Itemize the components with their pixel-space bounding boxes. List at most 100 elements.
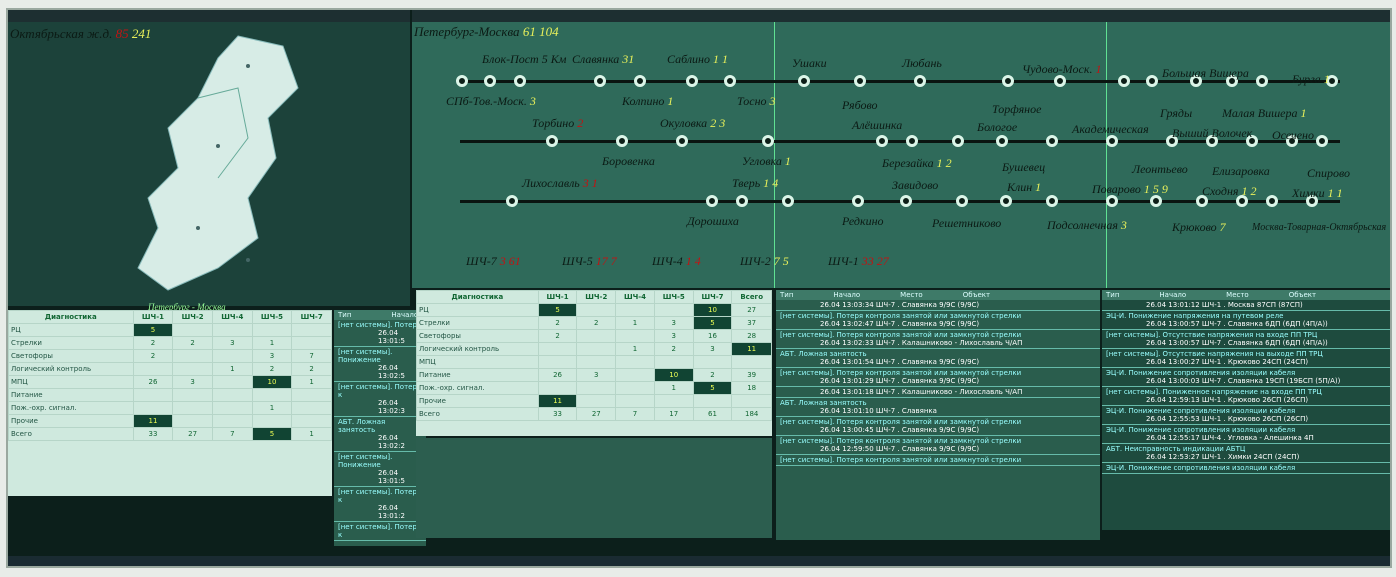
station-node[interactable] <box>514 75 526 87</box>
table-row[interactable]: Всего 33 27 7 5 1 <box>8 427 332 441</box>
table-row[interactable]: Прочие 11 <box>416 394 772 408</box>
station-node[interactable] <box>676 135 688 147</box>
table-row[interactable]: Светофоры 2 3 16 28 <box>416 329 772 343</box>
diag-col-5[interactable]: ШЧ-7 <box>291 310 332 324</box>
log-row[interactable]: [нет системы]. Потеря 26.04 13:01:5 <box>334 320 426 347</box>
table-row[interactable]: Питание <box>8 388 332 402</box>
station-node[interactable] <box>456 75 468 87</box>
station-node[interactable] <box>484 75 496 87</box>
log-row[interactable]: [нет системы]. Потеря контроля занятой и… <box>776 368 1100 387</box>
station-node[interactable] <box>952 135 964 147</box>
log-row[interactable]: [нет системы]. Отсутствие напряжения на … <box>1102 330 1390 349</box>
log-col-3[interactable]: Объект <box>963 291 990 299</box>
station-node[interactable] <box>506 195 518 207</box>
station-node[interactable] <box>906 135 918 147</box>
station-node[interactable] <box>1000 195 1012 207</box>
log-row[interactable]: ЭЦ-И. Понижение сопротивления изоляции к… <box>1102 425 1390 444</box>
log-row[interactable]: АБТ. Ложная занятость 26.04 13:02:2 <box>334 417 426 452</box>
log-row[interactable]: [нет системы]. Пониженное напряжение на … <box>1102 387 1390 406</box>
station-node[interactable] <box>956 195 968 207</box>
log-row[interactable]: ЭЦ-И. Понижение напряжения на путевом ре… <box>1102 311 1390 330</box>
station-node[interactable] <box>594 75 606 87</box>
log-row[interactable]: АБТ. Ложная занятость 26.04 13:01:54 ШЧ-7… <box>776 349 1100 368</box>
diag-col-1[interactable]: ШЧ-1 <box>132 310 174 324</box>
log-col-0[interactable]: Тип <box>1106 291 1119 299</box>
log-row[interactable]: ЭЦ-И. Понижение сопротивления изоляции к… <box>1102 406 1390 425</box>
diagnostics-grid-main[interactable]: Диагностика ШЧ-1 ШЧ-2 ШЧ-4 ШЧ-5 ШЧ-7 Всего РЦ 5 1… <box>416 290 772 436</box>
station-node[interactable] <box>1266 195 1278 207</box>
station-node[interactable] <box>762 135 774 147</box>
table-row[interactable]: МПЦ <box>416 355 772 369</box>
log-row[interactable]: АБТ. Ложная занятость 26.04 13:01:10 ШЧ-7… <box>776 398 1100 417</box>
diag-col-3[interactable]: ШЧ-4 <box>615 290 655 304</box>
table-row[interactable]: Пож.-охр. сигнал. 1 5 18 <box>416 381 772 395</box>
diag-col-header[interactable]: Диагностика <box>8 310 134 324</box>
table-row[interactable]: Всего 33 27 7 17 61 184 <box>416 407 772 421</box>
log-row[interactable]: [нет системы]. Потеря контроля занятой и… <box>776 330 1100 349</box>
diag-col-6[interactable]: Всего <box>731 290 772 304</box>
log-col-0[interactable]: Тип <box>780 291 793 299</box>
log-col-1[interactable]: Начало <box>1159 291 1186 299</box>
table-row[interactable]: Логический контроль 1 2 2 <box>8 362 332 376</box>
log-row[interactable]: [нет системы]. Понижение 26.04 13:01:5 <box>334 452 426 487</box>
station-node[interactable] <box>546 135 558 147</box>
log-row[interactable]: [нет системы]. Понижение 26.04 13:02:5 <box>334 347 426 382</box>
table-row[interactable]: Логический контроль 1 2 3 11 <box>416 342 772 356</box>
event-log-small[interactable]: Тип Начало [нет системы]. Потеря 26.04 13:… <box>334 310 426 546</box>
log-row[interactable]: [нет системы]. Отсутствие напряжения на … <box>1102 349 1390 368</box>
railway-map[interactable] <box>98 28 318 304</box>
log-row[interactable]: [нет системы]. Потеря к 26.04 13:01:2 <box>334 487 426 522</box>
station-node[interactable] <box>852 195 864 207</box>
table-row[interactable]: РЦ 5 10 27 <box>416 303 772 317</box>
station-node[interactable] <box>854 75 866 87</box>
log-col-3[interactable]: Объект <box>1289 291 1316 299</box>
log-row[interactable]: АБТ. Неисправность индикации АБТЦ 26.04 1… <box>1102 444 1390 463</box>
table-row[interactable]: Светофоры 2 3 7 <box>8 349 332 363</box>
station-node[interactable] <box>1316 135 1328 147</box>
diag-col-1[interactable]: ШЧ-1 <box>537 290 578 304</box>
diag-col-4[interactable]: ШЧ-5 <box>251 310 293 324</box>
table-row[interactable]: Пож.-охр. сигнал. 1 <box>8 401 332 415</box>
diag-col-4[interactable]: ШЧ-5 <box>653 290 694 304</box>
diag-col-5[interactable]: ШЧ-7 <box>692 290 733 304</box>
log-row[interactable]: 26.04 13:01:12 ШЧ-1 . Москва 87СП (87СП) <box>1102 300 1390 311</box>
station-node[interactable] <box>798 75 810 87</box>
station-node[interactable] <box>782 195 794 207</box>
station-node[interactable] <box>914 75 926 87</box>
log-row[interactable]: ЭЦ-И. Понижение сопротивления изоляции к… <box>1102 463 1390 474</box>
log-row[interactable]: [нет системы]. Потеря контроля занятой и… <box>776 455 1100 466</box>
log-col-2[interactable]: Место <box>900 291 923 299</box>
log-row[interactable]: [нет системы]. Потеря к 26.04 13:02:3 <box>334 382 426 417</box>
event-log-right[interactable]: Тип Начало Место Объект 26.04 13:01:12 ШЧ-1… <box>1102 290 1390 530</box>
taskbar[interactable] <box>8 556 1390 566</box>
diagnostics-grid-small[interactable]: Диагностика ШЧ-1 ШЧ-2 ШЧ-4 ШЧ-5 ШЧ-7 РЦ 5 Стрелк… <box>8 310 332 496</box>
station-node[interactable] <box>996 135 1008 147</box>
log-row[interactable]: [нет системы]. Потеря контроля занятой и… <box>776 311 1100 330</box>
table-row[interactable]: МПЦ 26 3 10 1 <box>8 375 332 389</box>
station-node[interactable] <box>616 135 628 147</box>
log-row[interactable]: 26.04 13:01:18 ШЧ-7 . Калашниково - Лихо… <box>776 387 1100 398</box>
station-node[interactable] <box>1046 195 1058 207</box>
log-row[interactable]: ЭЦ-И. Понижение сопротивления изоляции к… <box>1102 368 1390 387</box>
diag-col-2[interactable]: ШЧ-2 <box>172 310 213 324</box>
diag-col-2[interactable]: ШЧ-2 <box>576 290 617 304</box>
table-row[interactable]: Стрелки 2 2 1 3 5 37 <box>416 316 772 330</box>
station-node[interactable] <box>1046 135 1058 147</box>
event-log-main[interactable]: Тип Начало Место Объект 26.04 13:03:34 ШЧ-7… <box>776 290 1100 540</box>
station-node[interactable] <box>900 195 912 207</box>
log-row[interactable]: [нет системы]. Потеря контроля занятой и… <box>776 436 1100 455</box>
log-row[interactable]: 26.04 13:03:34 ШЧ-7 . Славянка 9/9С (9/9… <box>776 300 1100 311</box>
log-col-1[interactable]: Начало <box>833 291 860 299</box>
diag-col-3[interactable]: ШЧ-4 <box>211 310 253 324</box>
log-row[interactable]: [нет системы]. Потеря к <box>334 522 426 541</box>
table-row[interactable]: Питание 26 3 10 2 39 <box>416 368 772 382</box>
station-node[interactable] <box>876 135 888 147</box>
diag-col-header[interactable]: Диагностика <box>416 290 539 304</box>
table-row[interactable]: РЦ 5 <box>8 323 332 337</box>
station-node[interactable] <box>686 75 698 87</box>
station-node[interactable] <box>706 195 718 207</box>
station-node[interactable] <box>634 75 646 87</box>
station-node[interactable] <box>736 195 748 207</box>
table-row[interactable]: Стрелки 2 2 3 1 <box>8 336 332 350</box>
station-node[interactable] <box>1002 75 1014 87</box>
